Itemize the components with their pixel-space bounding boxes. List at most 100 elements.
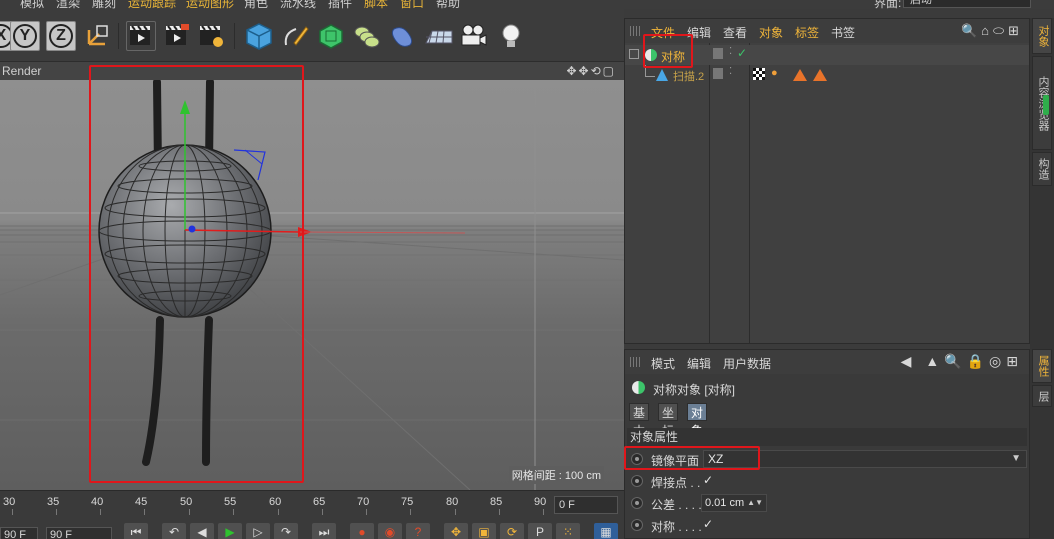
menu-item-pipeline[interactable]: 流水线 bbox=[280, 0, 316, 9]
auto-key-button[interactable]: ◉ bbox=[378, 523, 402, 539]
viewport-title: Render bbox=[2, 64, 42, 78]
animate-radio-icon[interactable] bbox=[631, 497, 643, 509]
grip-icon[interactable] bbox=[630, 357, 642, 367]
object-name-sweep[interactable]: 扫描.2 bbox=[673, 68, 704, 84]
menu-item-sculpt[interactable]: 雕刻 bbox=[92, 0, 116, 9]
render-settings-icon bbox=[200, 25, 223, 47]
om-menu-bookmarks[interactable]: 书签 bbox=[831, 24, 855, 41]
om-toolbar-icons[interactable]: 🔍⌂⬭⊞ bbox=[961, 23, 1023, 39]
om-menu-view[interactable]: 查看 bbox=[723, 24, 747, 41]
side-tab-attributes[interactable]: 属性 bbox=[1032, 349, 1052, 383]
render-to-picture-viewer-icon bbox=[166, 24, 189, 45]
goto-start-button[interactable]: ⏮ bbox=[124, 523, 148, 539]
coordinate-system-button[interactable] bbox=[82, 21, 112, 51]
sweep-icon bbox=[656, 69, 668, 81]
generator-button[interactable] bbox=[316, 21, 346, 51]
record-button[interactable]: ● bbox=[350, 523, 374, 539]
camera-button[interactable] bbox=[458, 21, 488, 51]
animate-radio-icon[interactable] bbox=[631, 519, 643, 531]
enabled-check-icon[interactable]: ✓ bbox=[737, 46, 747, 60]
om-menu-objects[interactable]: 对象 bbox=[759, 24, 783, 41]
play-button[interactable]: ▶ bbox=[218, 523, 242, 539]
layout-select[interactable]: 启动 bbox=[903, 0, 1031, 8]
ruler-label: 55 bbox=[224, 496, 237, 508]
light-bulb-icon bbox=[502, 24, 520, 47]
render-picture-viewer-button[interactable] bbox=[162, 21, 192, 51]
collapse-icon[interactable] bbox=[629, 49, 639, 59]
render-view-button[interactable] bbox=[126, 21, 156, 51]
move-key-button[interactable]: ✥ bbox=[444, 523, 468, 539]
menu-item-mograph[interactable]: 运动图形 bbox=[186, 0, 234, 9]
y-axis-button[interactable]: Y bbox=[10, 21, 40, 51]
layer-icon[interactable] bbox=[713, 48, 723, 59]
rotate-key-button[interactable]: ⟳ bbox=[500, 523, 524, 539]
grid-spacing-label: 网格间距 : 100 cm bbox=[508, 466, 604, 484]
end-frame-field[interactable]: 90 F bbox=[46, 527, 112, 539]
render-settings-button[interactable] bbox=[196, 21, 226, 51]
side-tab-layers[interactable]: 层 bbox=[1032, 385, 1052, 407]
menu-item-simulate[interactable]: 模拟 bbox=[20, 0, 44, 9]
tab-basic[interactable]: 基本 bbox=[629, 403, 650, 438]
current-frame-field[interactable]: 0 F bbox=[554, 496, 618, 514]
next-frame-button[interactable]: ▷ bbox=[246, 523, 270, 539]
side-tab-content-browser[interactable]: 内容浏览器 bbox=[1032, 56, 1052, 150]
am-menu-user-data[interactable]: 用户数据 bbox=[723, 355, 771, 372]
pla-key-button[interactable]: ⁙ bbox=[556, 523, 580, 539]
menu-item-window[interactable]: 窗口 bbox=[400, 0, 424, 9]
floor-button[interactable] bbox=[424, 21, 454, 51]
toolbar-separator bbox=[118, 23, 119, 49]
menu-item-render[interactable]: 渲染 bbox=[56, 0, 80, 9]
material-tag-icon[interactable] bbox=[753, 68, 765, 80]
tab-object[interactable]: 对象 bbox=[687, 403, 708, 438]
object-row-sweep[interactable]: 扫描.2 ⁚ ● bbox=[625, 65, 1029, 85]
tolerance-input[interactable]: 0.01 cm ▲▼ bbox=[701, 494, 767, 512]
grip-icon[interactable] bbox=[630, 26, 642, 36]
scale-key-button[interactable]: ▣ bbox=[472, 523, 496, 539]
goto-end-button[interactable]: ⏭ bbox=[312, 523, 336, 539]
texture-tag-icon[interactable] bbox=[813, 69, 827, 81]
deformer-button[interactable] bbox=[388, 21, 418, 51]
am-toolbar-icons[interactable]: ◀ ▲🔍🔒◎⊞ bbox=[901, 353, 1023, 370]
weld-points-checkbox[interactable]: ✓ bbox=[703, 473, 713, 487]
next-key-button[interactable]: ↷ bbox=[274, 523, 298, 539]
animate-radio-icon[interactable] bbox=[631, 475, 643, 487]
menu-item-script[interactable]: 脚本 bbox=[364, 0, 388, 9]
cube-object-button[interactable] bbox=[244, 21, 274, 51]
array-button[interactable] bbox=[352, 21, 382, 51]
menu-item-character[interactable]: 角色 bbox=[244, 0, 268, 9]
z-axis-button[interactable]: Z bbox=[46, 21, 76, 51]
start-frame-field[interactable]: 90 F bbox=[0, 527, 38, 539]
param-key-button[interactable]: P bbox=[528, 523, 552, 539]
side-tab-structure[interactable]: 构造 bbox=[1032, 152, 1052, 186]
om-menu-tags[interactable]: 标签 bbox=[795, 24, 819, 41]
keyframe-help-button[interactable]: ? bbox=[406, 523, 430, 539]
am-section-object-properties: 对象属性 bbox=[627, 428, 1027, 446]
prev-key-button[interactable]: ↶ bbox=[162, 523, 186, 539]
attribute-manager-menu: 模式 编辑 用户数据 ◀ ▲🔍🔒◎⊞ bbox=[625, 350, 1029, 374]
am-menu-mode[interactable]: 模式 bbox=[651, 355, 675, 372]
menu-bar: 模拟 渲染 雕刻 运动跟踪 运动图形 角色 流水线 插件 脚本 窗口 帮助 界面… bbox=[0, 0, 1054, 9]
toolbar-separator bbox=[234, 23, 235, 49]
timeline-ruler[interactable]: 30 35 40 45 50 55 60 65 70 75 80 85 90 0… bbox=[0, 490, 624, 517]
coordinate-system-icon bbox=[87, 25, 108, 46]
side-tab-objects[interactable]: 对象 bbox=[1032, 18, 1052, 54]
light-button[interactable] bbox=[496, 21, 526, 51]
film-strip-button[interactable]: ▦ bbox=[594, 523, 618, 539]
scrollbar-thumb[interactable] bbox=[1043, 95, 1049, 115]
symmetry-checkbox[interactable]: ✓ bbox=[703, 517, 713, 531]
am-menu-edit[interactable]: 编辑 bbox=[687, 355, 711, 372]
layer-icon[interactable] bbox=[713, 68, 723, 79]
visibility-dots-icon[interactable]: ⁚ bbox=[729, 66, 732, 77]
pen-spline-button[interactable] bbox=[280, 21, 310, 51]
menu-item-plugins[interactable]: 插件 bbox=[328, 0, 352, 9]
visibility-dots-icon[interactable]: ⁚ bbox=[729, 46, 732, 57]
viewport-nav-icons[interactable]: ✥✥⟲▢ bbox=[566, 64, 616, 78]
menu-item-help[interactable]: 帮助 bbox=[436, 0, 460, 9]
menu-item-motion-tracking[interactable]: 运动跟踪 bbox=[128, 0, 176, 9]
prev-frame-button[interactable]: ◀ bbox=[190, 523, 214, 539]
texture-tag-icon[interactable] bbox=[793, 69, 807, 81]
tab-coordinates[interactable]: 坐标 bbox=[658, 403, 679, 438]
phong-tag-icon[interactable]: ● bbox=[771, 67, 778, 79]
stepper-icon[interactable]: ▲▼ bbox=[747, 495, 763, 511]
ruler-label: 45 bbox=[135, 496, 148, 508]
